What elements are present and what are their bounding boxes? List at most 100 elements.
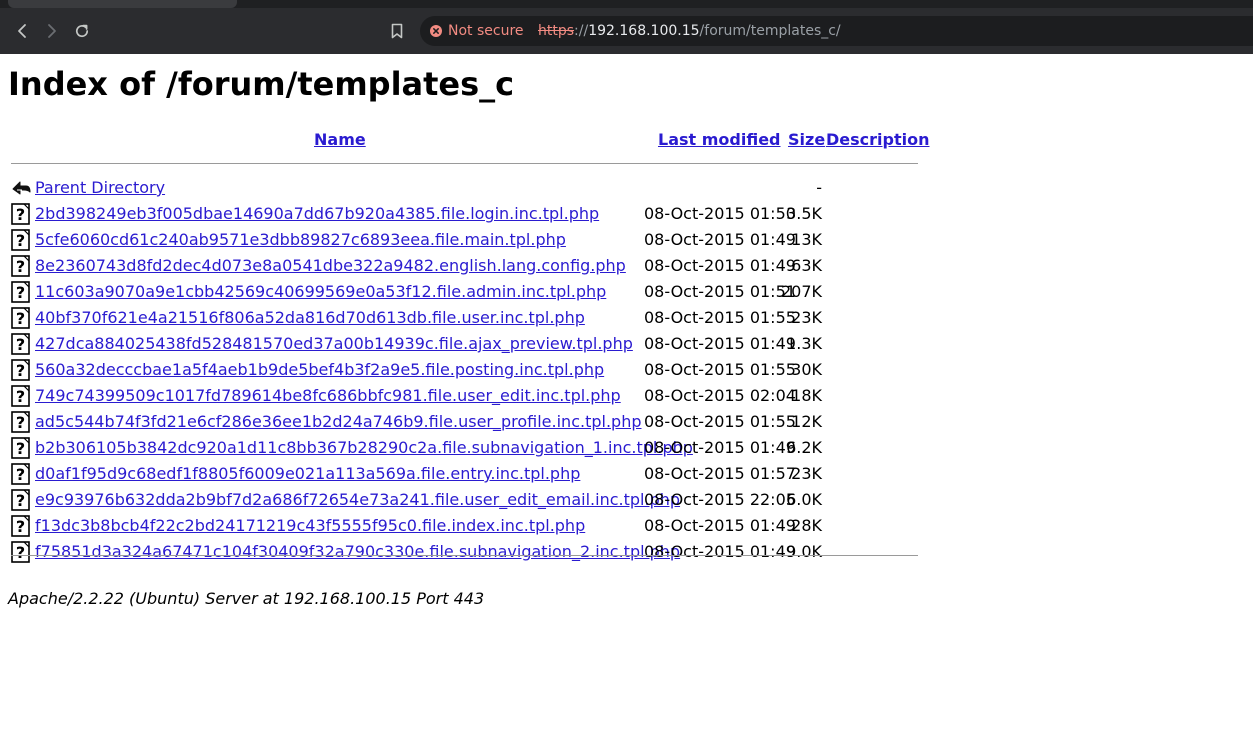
unknown-file-icon: ? bbox=[11, 203, 30, 225]
svg-text:?: ? bbox=[16, 387, 25, 406]
file-size: 30K bbox=[791, 360, 822, 379]
svg-text:?: ? bbox=[16, 283, 25, 302]
page-title: Index of /forum/templates_c bbox=[8, 65, 515, 103]
active-tab[interactable] bbox=[8, 0, 237, 8]
file-link[interactable]: 2bd398249eb3f005dbae14690a7dd67b920a4385… bbox=[35, 201, 599, 227]
column-header-name[interactable]: Name bbox=[314, 128, 366, 152]
file-modified: 08-Oct-2015 01:55 bbox=[644, 360, 796, 379]
unknown-file-icon: ? bbox=[11, 463, 30, 485]
file-modified: 08-Oct-2015 01:55 bbox=[644, 412, 796, 431]
unknown-file-icon: ? bbox=[11, 359, 30, 381]
address-bar[interactable]: Not secure https://192.168.100.15/forum/… bbox=[420, 16, 1253, 46]
file-link[interactable]: 560a32decccbae1a5f4aeb1b9de5bef4b3f2a9e5… bbox=[35, 357, 604, 383]
svg-text:?: ? bbox=[16, 439, 25, 458]
svg-text:?: ? bbox=[16, 491, 25, 510]
svg-text:?: ? bbox=[16, 257, 25, 276]
file-link[interactable]: 8e2360743d8fd2dec4d073e8a0541dbe322a9482… bbox=[35, 253, 626, 279]
unknown-file-icon: ? bbox=[11, 281, 30, 303]
security-label[interactable]: Not secure bbox=[448, 22, 524, 40]
unknown-file-icon: ? bbox=[11, 489, 30, 511]
svg-text:?: ? bbox=[16, 413, 25, 432]
file-link[interactable]: 5cfe6060cd61c240ab9571e3dbb89827c6893eea… bbox=[35, 227, 566, 253]
bookmark-icon[interactable] bbox=[386, 20, 408, 42]
url-path: /forum/templates_c/ bbox=[699, 23, 841, 39]
file-link[interactable]: e9c93976b632dda2b9bf7d2a686f72654e73a241… bbox=[35, 487, 680, 513]
svg-text:?: ? bbox=[16, 309, 25, 328]
file-size: 28K bbox=[791, 516, 822, 535]
not-secure-icon[interactable] bbox=[430, 25, 442, 37]
column-header-last-modified[interactable]: Last modified bbox=[658, 128, 781, 152]
unknown-file-icon: ? bbox=[11, 541, 30, 563]
svg-text:?: ? bbox=[16, 465, 25, 484]
unknown-file-icon: ? bbox=[11, 437, 30, 459]
file-row: ? 5cfe6060cd61c240ab9571e3dbb89827c6893ee… bbox=[8, 227, 922, 253]
url-text[interactable]: https://192.168.100.15/forum/templates_c… bbox=[538, 22, 841, 40]
file-link[interactable]: 11c603a9070a9e1cbb42569c40699569e0a53f12… bbox=[35, 279, 606, 305]
file-row: ? 8e2360743d8fd2dec4d073e8a0541dbe322a948… bbox=[8, 253, 922, 279]
file-size: 207K bbox=[780, 282, 822, 301]
url-host: 192.168.100.15 bbox=[588, 23, 700, 39]
file-size: 23K bbox=[791, 464, 822, 483]
forward-arrow-icon[interactable] bbox=[41, 20, 63, 42]
file-modified: 08-Oct-2015 22:05 bbox=[644, 490, 796, 509]
file-link[interactable]: d0af1f95d9c68edf1f8805f6009e021a113a569a… bbox=[35, 461, 580, 487]
server-signature: Apache/2.2.22 (Ubuntu) Server at 192.168… bbox=[8, 589, 485, 608]
header-divider bbox=[11, 163, 918, 164]
file-modified: 08-Oct-2015 01:49 bbox=[644, 438, 796, 457]
file-modified: 08-Oct-2015 01:49 bbox=[644, 334, 796, 353]
file-row: ? e9c93976b632dda2b9bf7d2a686f72654e73a24… bbox=[8, 487, 922, 513]
file-link[interactable]: 749c74399509c1017fd789614be8fc686bbfc981… bbox=[35, 383, 621, 409]
back-arrow-icon[interactable] bbox=[11, 20, 33, 42]
parent-directory-link[interactable]: Parent Directory bbox=[35, 175, 165, 201]
svg-text:?: ? bbox=[16, 205, 25, 224]
url-scheme: https bbox=[538, 23, 575, 39]
file-row: ? 749c74399509c1017fd789614be8fc686bbfc98… bbox=[8, 383, 922, 409]
file-row: ? 560a32decccbae1a5f4aeb1b9de5bef4b3f2a9e… bbox=[8, 357, 922, 383]
file-modified: 08-Oct-2015 01:49 bbox=[644, 230, 796, 249]
file-modified: 08-Oct-2015 01:57 bbox=[644, 464, 796, 483]
file-row: ? ad5c544b74f3fd21e6cf286e36ee1b2d24a746b… bbox=[8, 409, 922, 435]
unknown-file-icon: ? bbox=[11, 333, 30, 355]
reload-icon[interactable] bbox=[71, 20, 93, 42]
file-modified: 08-Oct-2015 01:50 bbox=[644, 204, 796, 223]
file-link[interactable]: f75851d3a324a67471c104f30409f32a790c330e… bbox=[35, 539, 680, 565]
parent-directory-icon bbox=[12, 181, 31, 195]
parent-size: - bbox=[816, 178, 822, 197]
svg-text:?: ? bbox=[16, 335, 25, 354]
unknown-file-icon: ? bbox=[11, 307, 30, 329]
file-modified: 08-Oct-2015 01:49 bbox=[644, 256, 796, 275]
file-size: 9.0K bbox=[786, 542, 822, 561]
unknown-file-icon: ? bbox=[11, 515, 30, 537]
file-size: 63K bbox=[791, 256, 822, 275]
file-modified: 08-Oct-2015 01:49 bbox=[644, 516, 796, 535]
unknown-file-icon: ? bbox=[11, 255, 30, 277]
file-link[interactable]: f13dc3b8bcb4f22c2bd24171219c43f5555f95c0… bbox=[35, 513, 585, 539]
file-link[interactable]: 427dca884025438fd528481570ed37a00b14939c… bbox=[35, 331, 633, 357]
parent-directory-row: Parent Directory - bbox=[8, 175, 922, 201]
page-content: Index of /forum/templates_c Name Last mo… bbox=[0, 54, 1253, 731]
svg-text:?: ? bbox=[16, 517, 25, 536]
tab-strip bbox=[0, 0, 1253, 8]
column-header-size[interactable]: Size bbox=[788, 128, 825, 152]
browser-toolbar: Not secure https://192.168.100.15/forum/… bbox=[0, 8, 1253, 54]
file-row: ? 11c603a9070a9e1cbb42569c40699569e0a53f1… bbox=[8, 279, 922, 305]
file-size: 3.5K bbox=[786, 204, 822, 223]
file-size: 6.2K bbox=[786, 438, 822, 457]
file-modified: 08-Oct-2015 02:04 bbox=[644, 386, 796, 405]
file-size: 18K bbox=[791, 386, 822, 405]
unknown-file-icon: ? bbox=[11, 411, 30, 433]
file-link[interactable]: ad5c544b74f3fd21e6cf286e36ee1b2d24a746b9… bbox=[35, 409, 642, 435]
unknown-file-icon: ? bbox=[11, 229, 30, 251]
url-separator: :// bbox=[574, 23, 589, 39]
file-modified: 08-Oct-2015 01:49 bbox=[644, 542, 796, 561]
file-row: ? f13dc3b8bcb4f22c2bd24171219c43f5555f95c… bbox=[8, 513, 922, 539]
file-row: ? 40bf370f621e4a21516f806a52da816d70d613d… bbox=[8, 305, 922, 331]
file-row: ? d0af1f95d9c68edf1f8805f6009e021a113a569… bbox=[8, 461, 922, 487]
file-link[interactable]: 40bf370f621e4a21516f806a52da816d70d613db… bbox=[35, 305, 585, 331]
file-size: 12K bbox=[791, 412, 822, 431]
file-link[interactable]: b2b306105b3842dc920a1d11c8bb367b28290c2a… bbox=[35, 435, 693, 461]
column-header-description[interactable]: Description bbox=[826, 128, 929, 152]
file-size: 23K bbox=[791, 308, 822, 327]
file-size: 1.3K bbox=[786, 334, 822, 353]
svg-text:?: ? bbox=[16, 231, 25, 250]
